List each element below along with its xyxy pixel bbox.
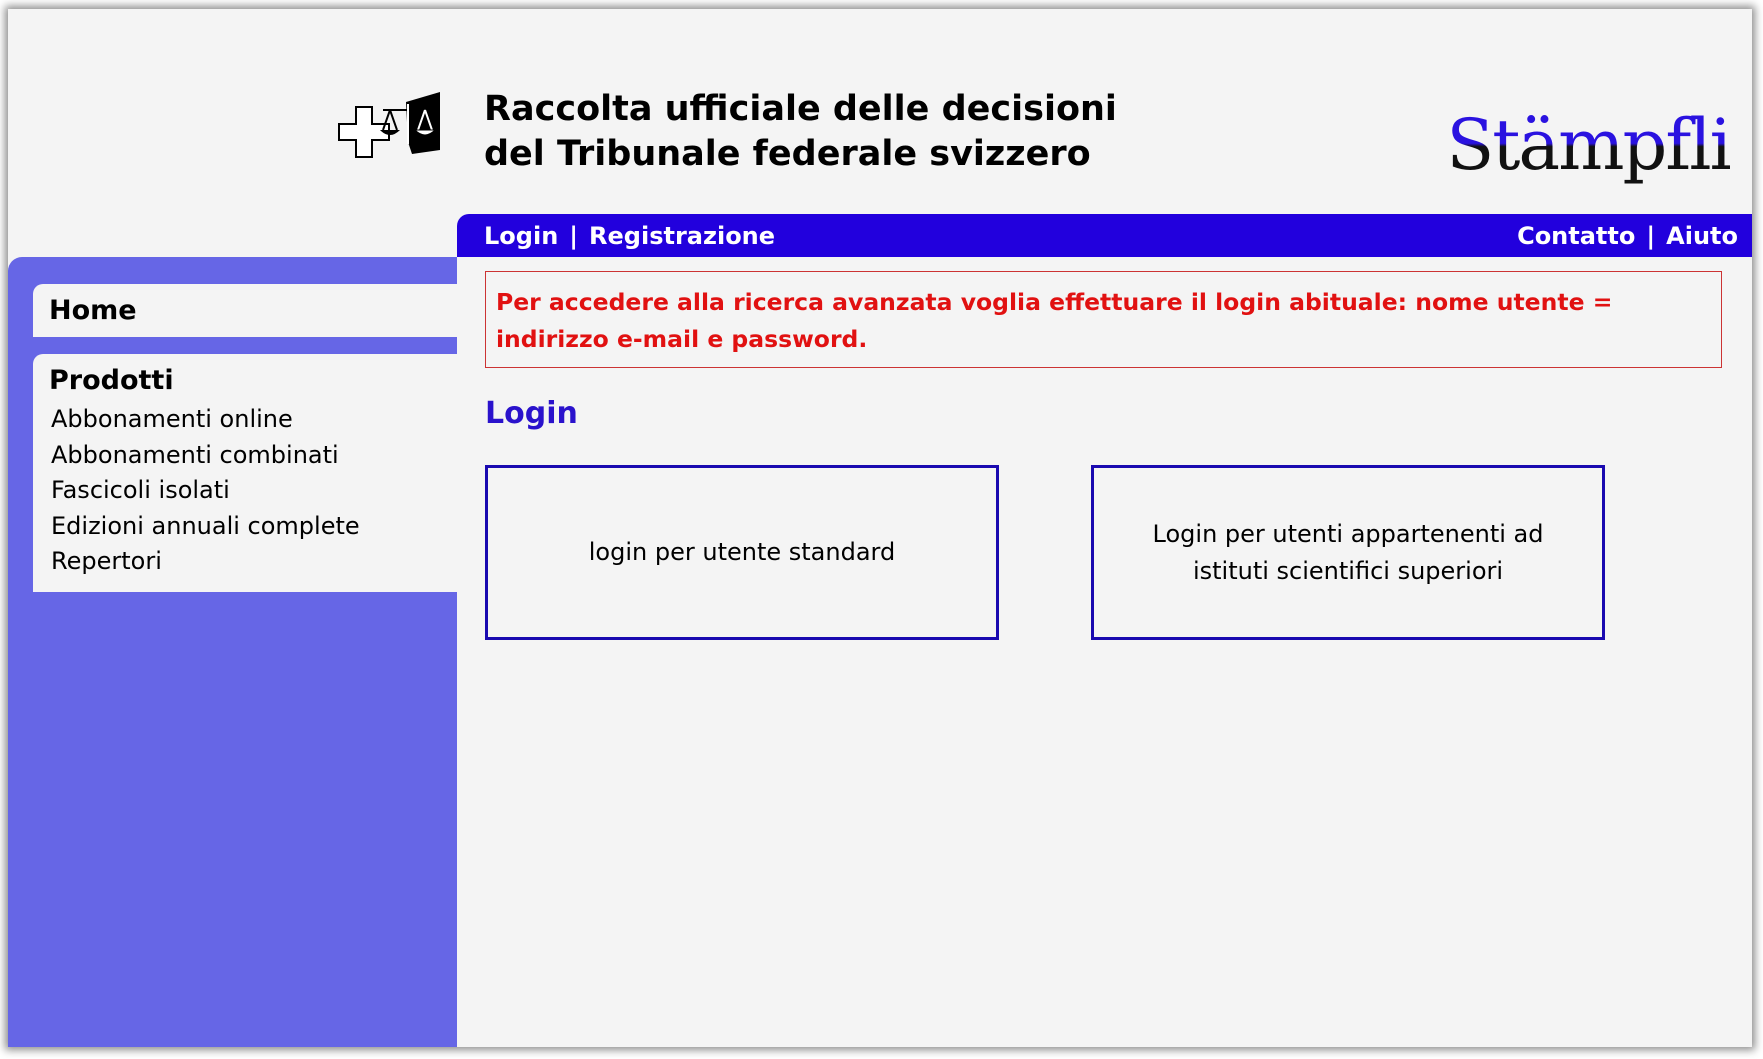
login-required-alert: Per accedere alla ricerca avanzata vogli… — [485, 271, 1722, 368]
site-title-line1: Raccolta ufficiale delle decisioni — [484, 89, 1117, 129]
sidebar-item-online-subscriptions[interactable]: Abbonamenti online — [49, 402, 457, 438]
sidebar-item-indexes[interactable]: Repertori — [49, 544, 457, 580]
sidebar-products-section: Prodotti Abbonamenti online Abbonamenti … — [33, 354, 457, 592]
staempfli-logo[interactable]: Stämpfli — [1446, 105, 1732, 185]
help-link[interactable]: Aiuto — [1666, 222, 1738, 250]
login-heading: Login — [485, 396, 578, 431]
sidebar-item-home[interactable]: Home — [33, 284, 457, 337]
account-links: Login | Registrazione — [484, 222, 775, 250]
registration-link[interactable]: Registrazione — [589, 222, 775, 250]
contact-link[interactable]: Contatto — [1517, 222, 1635, 250]
site-title: Raccolta ufficiale delle decisioni del T… — [484, 87, 1117, 177]
academic-user-login-button[interactable]: Login per utenti appartenenti ad istitut… — [1091, 465, 1605, 640]
sidebar-item-annual-editions[interactable]: Edizioni annuali complete — [49, 509, 457, 545]
top-nav-bar: Login | Registrazione Contatto | Aiuto — [457, 214, 1752, 257]
academic-user-login-label: Login per utenti appartenenti ad istitut… — [1152, 519, 1544, 585]
standard-user-login-label: login per utente standard — [588, 538, 896, 566]
login-link[interactable]: Login — [484, 222, 558, 250]
nav-separator: | — [1646, 221, 1656, 250]
browser-page: Raccolta ufficiale delle decisioni del T… — [8, 9, 1752, 1047]
sidebar-item-single-issues[interactable]: Fascicoli isolati — [49, 473, 457, 509]
nav-separator: | — [569, 221, 579, 250]
standard-user-login-button[interactable]: login per utente standard — [485, 465, 999, 640]
sidebar-item-combined-subscriptions[interactable]: Abbonamenti combinati — [49, 438, 457, 474]
swiss-cross-scales-emblem-icon — [338, 92, 440, 158]
help-links: Contatto | Aiuto — [1517, 222, 1738, 250]
site-title-line2: del Tribunale federale svizzero — [484, 134, 1091, 174]
products-heading: Prodotti — [49, 365, 174, 396]
